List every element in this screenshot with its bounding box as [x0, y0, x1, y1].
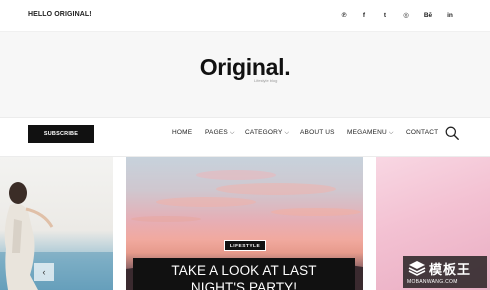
linkedin-icon[interactable]: in: [443, 8, 457, 22]
nav-item-label: PAGES: [205, 129, 228, 136]
watermark-text-en: MOBANWANG.COM: [407, 279, 458, 285]
behance-icon[interactable]: Bē: [421, 8, 435, 22]
nav-item-label: HOME: [172, 129, 193, 136]
category-badge[interactable]: LIFESTYLE: [224, 240, 266, 251]
nav-item-label: CONTACT: [406, 129, 439, 136]
site-logo[interactable]: Original.: [0, 54, 490, 81]
nav-item-category[interactable]: CATEGORY ⌵: [245, 129, 289, 137]
nav-item-label: MEGAMENU: [347, 129, 387, 136]
slide-image-left[interactable]: [0, 157, 113, 290]
search-icon[interactable]: [445, 126, 459, 140]
nav-item-megamenu[interactable]: MEGAMENU ⌵: [347, 129, 394, 137]
twitter-icon[interactable]: t: [378, 8, 392, 22]
pinterest-icon[interactable]: ℗: [337, 8, 351, 22]
dribbble-icon[interactable]: ◎: [399, 8, 413, 22]
nav-item-contact[interactable]: CONTACT: [406, 129, 438, 136]
watermark-logo-icon: [408, 261, 426, 276]
site-tagline: Lifestyle blog: [254, 78, 278, 83]
nav-item-label: CATEGORY: [245, 129, 283, 136]
top-bar: HELLO ORIGINAL! ℗ f t ◎ Bē in: [0, 0, 490, 32]
featured-title[interactable]: TAKE A LOOK AT LAST NIGHT'S PARTY!: [133, 262, 355, 290]
main-nav: SUBSCRIBE HOME PAGES ⌵ CATEGORY ⌵ ABOUT US…: [0, 117, 490, 157]
nav-item-pages[interactable]: PAGES ⌵: [205, 129, 235, 137]
chevron-down-icon: ⌵: [388, 130, 394, 136]
nav-item-label: ABOUT US: [300, 129, 335, 136]
featured-title-line2: NIGHT'S PARTY!: [190, 280, 298, 290]
chevron-down-icon: ⌵: [284, 130, 290, 136]
subscribe-button[interactable]: SUBSCRIBE: [28, 125, 94, 143]
nav-item-home[interactable]: HOME: [172, 129, 192, 136]
site-header: Original. Lifestyle blog: [0, 32, 490, 117]
woman-figure-image: [0, 182, 113, 290]
watermark: 模板王 MOBANWANG.COM: [403, 256, 487, 288]
watermark-text-cn: 模板王: [429, 262, 472, 277]
greeting-text: HELLO ORIGINAL!: [28, 11, 92, 18]
featured-title-box[interactable]: TAKE A LOOK AT LAST NIGHT'S PARTY!: [133, 258, 355, 290]
nav-item-about-us[interactable]: ABOUT US: [300, 129, 335, 136]
slider-prev-button[interactable]: ‹: [34, 263, 54, 281]
featured-title-line1: TAKE A LOOK AT LAST: [171, 263, 317, 278]
facebook-icon[interactable]: f: [357, 8, 371, 22]
chevron-down-icon: ⌵: [229, 130, 235, 136]
